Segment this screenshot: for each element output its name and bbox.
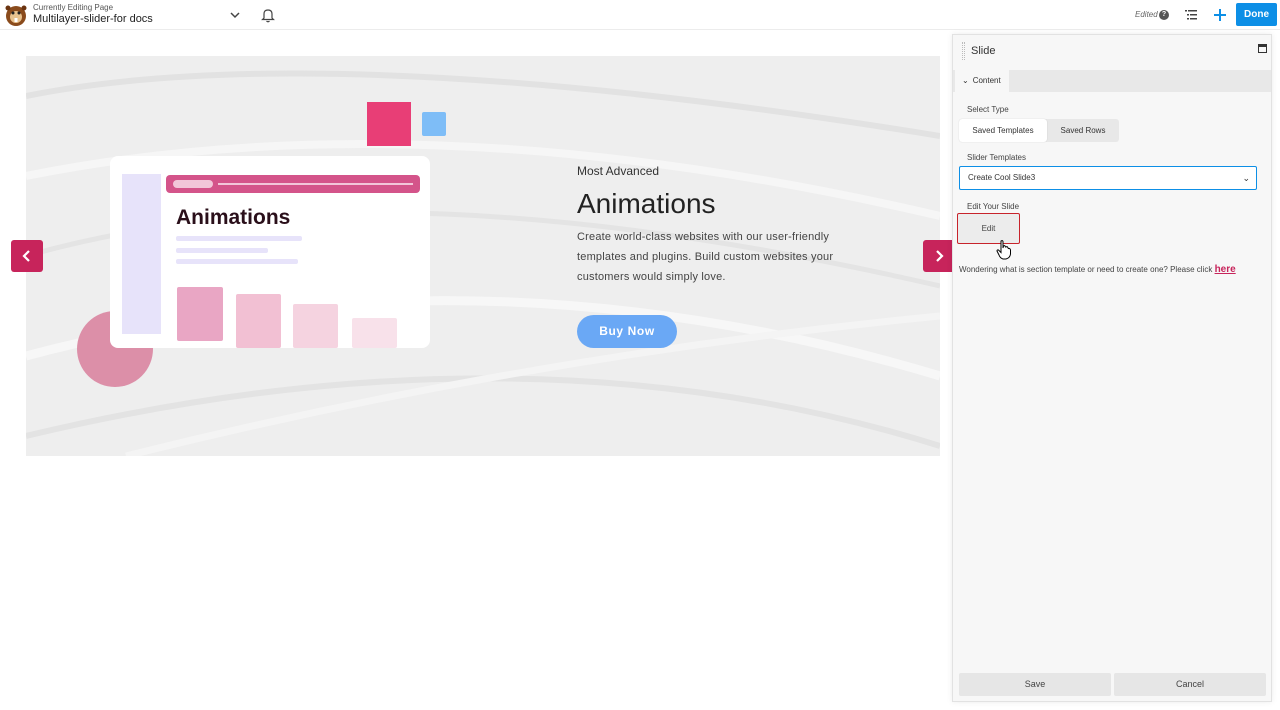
chevron-right-icon xyxy=(936,250,944,262)
panel-tabs: ⌄ Content xyxy=(953,70,1271,92)
blue-square xyxy=(422,112,446,136)
top-bar: Currently Editing Page Multilayer-slider… xyxy=(0,0,1280,30)
slider-prev-button[interactable] xyxy=(11,240,43,272)
chevron-down-icon: ⌄ xyxy=(962,76,969,85)
slide-headline: Animations xyxy=(577,188,716,219)
plus-icon[interactable] xyxy=(1212,7,1228,23)
chevron-left-icon xyxy=(22,250,30,262)
done-button[interactable]: Done xyxy=(1236,3,1277,26)
bell-icon[interactable] xyxy=(261,7,275,23)
slide-subtitle: Most Advanced xyxy=(577,164,660,178)
tab-content-label: Content xyxy=(972,76,1001,85)
type-toggle: Saved Templates Saved Rows xyxy=(959,119,1119,142)
help-icon[interactable]: ? xyxy=(1159,10,1169,20)
buy-now-button[interactable]: Buy Now xyxy=(577,315,677,348)
slider-next-button[interactable] xyxy=(923,240,955,272)
help-link[interactable]: here xyxy=(1215,264,1236,275)
select-type-label: Select Type xyxy=(967,105,1009,114)
drag-handle-icon[interactable] xyxy=(962,42,965,60)
beaver-logo-icon[interactable] xyxy=(4,3,28,27)
outline-list-icon[interactable] xyxy=(1184,8,1198,22)
maximize-icon[interactable] xyxy=(1258,44,1267,53)
help-text: Wondering what is section template or ne… xyxy=(959,265,1215,274)
slide-text: Most Advanced Animations Create world-cl… xyxy=(577,163,877,287)
chevron-down-icon[interactable] xyxy=(228,8,242,22)
slider-templates-label: Slider Templates xyxy=(967,153,1026,162)
page-title: Multilayer-slider-for docs xyxy=(33,13,153,25)
cancel-button[interactable]: Cancel xyxy=(1114,673,1266,696)
tab-content[interactable]: ⌄ Content xyxy=(955,70,1009,92)
hand-cursor-icon xyxy=(996,240,1011,260)
help-note: Wondering what is section template or ne… xyxy=(959,264,1236,275)
edit-slide-label: Edit Your Slide xyxy=(967,202,1020,211)
panel-header[interactable]: Slide xyxy=(953,35,1271,67)
slide-description: Create world-class websites with our use… xyxy=(577,231,834,283)
edited-status: Edited xyxy=(1135,10,1158,19)
saved-rows-option[interactable]: Saved Rows xyxy=(1047,119,1119,142)
saved-templates-option[interactable]: Saved Templates xyxy=(959,119,1047,142)
slider-template-select[interactable]: Create Cool Slide3 ⌄ xyxy=(959,166,1257,190)
chevron-down-icon: ⌄ xyxy=(1242,173,1250,183)
selected-template: Create Cool Slide3 xyxy=(968,173,1036,182)
page-info: Currently Editing Page Multilayer-slider… xyxy=(33,3,153,26)
editing-label: Currently Editing Page xyxy=(33,3,114,12)
settings-panel: Slide ⌄ Content Select Type Saved Templat… xyxy=(952,34,1272,702)
pink-square xyxy=(367,102,411,146)
panel-title: Slide xyxy=(971,45,996,57)
save-button[interactable]: Save xyxy=(959,673,1111,696)
illustration-title: Animations xyxy=(176,206,290,229)
